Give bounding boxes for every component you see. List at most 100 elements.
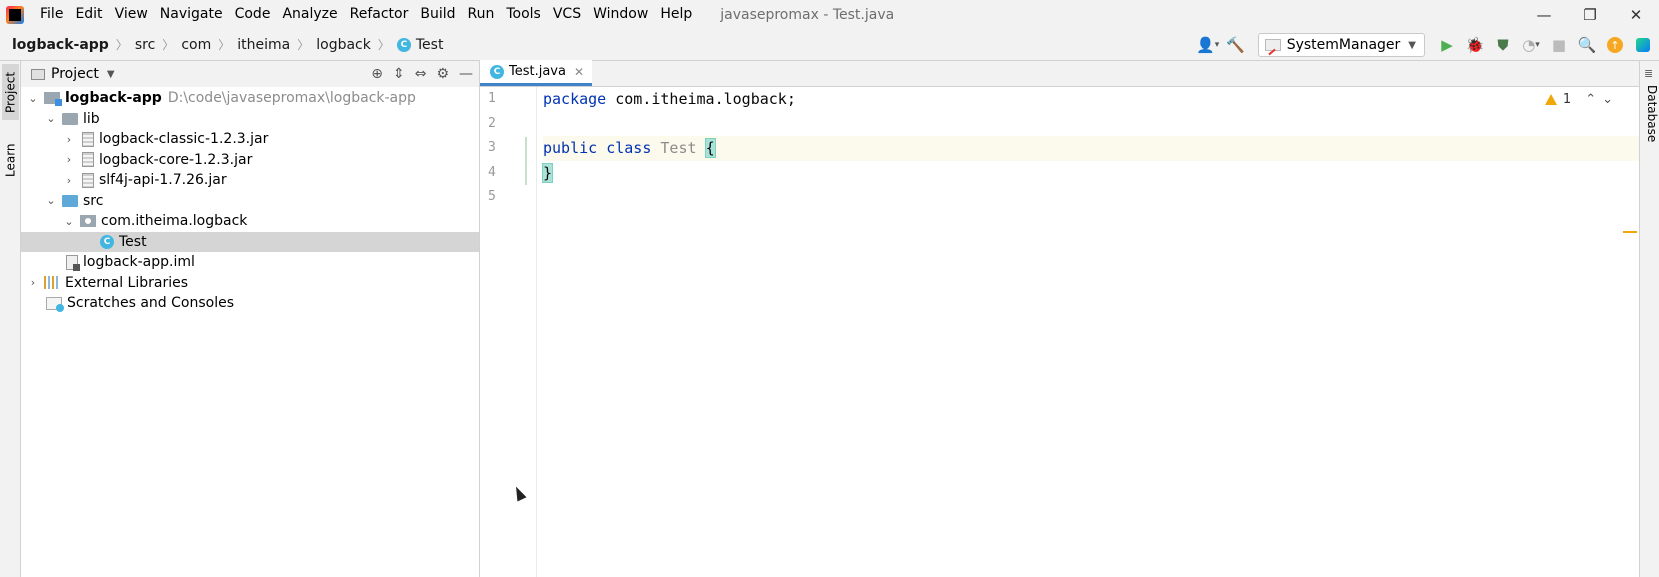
- run-icon[interactable]: ▶: [1435, 33, 1459, 57]
- tree-item-label: logback-app.iml: [83, 254, 195, 271]
- vcs-change-marker[interactable]: [525, 137, 527, 185]
- tree-item-external-libraries[interactable]: › External Libraries: [21, 273, 479, 294]
- breadcrumb: logback-app 〉 src 〉 com 〉 itheima 〉 logb…: [12, 36, 443, 53]
- code-editor: C Test.java ✕ 1 2 3 4 5 package com.ithe…: [480, 60, 1639, 577]
- breadcrumb-test[interactable]: Test: [416, 37, 444, 53]
- menu-analyze[interactable]: Analyze: [276, 0, 343, 29]
- close-tab-icon[interactable]: ✕: [574, 65, 584, 79]
- menu-code[interactable]: Code: [229, 0, 277, 29]
- project-tool-tab[interactable]: Project: [2, 64, 19, 120]
- run-configuration-selector[interactable]: SystemManager ▼: [1257, 33, 1425, 57]
- menu-refactor[interactable]: Refactor: [344, 0, 415, 29]
- locate-file-icon[interactable]: ⊕: [371, 66, 383, 82]
- code-keyword: class: [606, 139, 652, 157]
- code-text: com.itheima.logback;: [606, 90, 796, 108]
- chevron-right-icon[interactable]: ›: [61, 174, 77, 187]
- line-number: 4: [488, 164, 496, 180]
- code-with-me-icon[interactable]: [1631, 33, 1655, 57]
- menu-window[interactable]: Window: [587, 0, 654, 29]
- search-icon[interactable]: 🔍: [1575, 33, 1599, 57]
- editor-tab-label: Test.java: [509, 64, 566, 79]
- chevron-right-icon[interactable]: ›: [61, 153, 77, 166]
- profile-icon[interactable]: ◔ ▾: [1519, 33, 1543, 57]
- run-configuration-label: SystemManager: [1286, 37, 1401, 53]
- project-panel-title[interactable]: Project: [51, 66, 99, 82]
- class-icon: C: [396, 37, 411, 52]
- line-number: 5: [488, 189, 496, 204]
- breadcrumb-itheima[interactable]: itheima: [237, 37, 290, 53]
- ide-body: Project Learn Project ▼ ⊕ ⇕ ⇔ ⚙ — ⌄ logb…: [0, 60, 1659, 577]
- chevron-down-icon[interactable]: ⌄: [43, 112, 59, 125]
- tree-item-label: External Libraries: [65, 274, 188, 291]
- menu-help[interactable]: Help: [654, 0, 698, 29]
- update-icon[interactable]: ↑: [1603, 33, 1627, 57]
- tree-item-slf4j-api-jar[interactable]: › slf4j-api-1.7.26.jar: [21, 170, 479, 191]
- tree-item-src[interactable]: ⌄ src: [21, 191, 479, 212]
- editor-tab-bar: C Test.java ✕: [480, 60, 1639, 87]
- menu-navigate[interactable]: Navigate: [154, 0, 229, 29]
- right-tool-strip: ≣ Database: [1639, 61, 1659, 577]
- menu-view[interactable]: View: [109, 0, 154, 29]
- code-line-3: public class Test {: [543, 136, 1639, 161]
- tree-item-logback-classic-jar[interactable]: › logback-classic-1.2.3.jar: [21, 129, 479, 150]
- tree-item-package[interactable]: ⌄ com.itheima.logback: [21, 211, 479, 232]
- editor-tab-test-java[interactable]: C Test.java ✕: [480, 60, 593, 86]
- collapse-all-icon[interactable]: ⇔: [415, 66, 427, 82]
- menu-vcs[interactable]: VCS: [547, 0, 587, 29]
- tree-item-test-class[interactable]: C Test: [21, 231, 479, 252]
- learn-tool-tab[interactable]: Learn: [2, 135, 19, 185]
- chevron-down-icon[interactable]: ⌄: [1602, 92, 1613, 107]
- tree-item-scratches[interactable]: Scratches and Consoles: [21, 293, 479, 314]
- chevron-right-icon[interactable]: ›: [61, 133, 77, 146]
- chevron-down-icon[interactable]: ▼: [107, 69, 115, 80]
- tree-item-logback-app[interactable]: ⌄ logback-app D:\code\javasepromax\logba…: [21, 88, 479, 109]
- line-number: 3: [488, 140, 496, 155]
- breadcrumb-logback[interactable]: logback: [316, 37, 371, 53]
- chevron-down-icon[interactable]: ⌄: [43, 194, 59, 207]
- coverage-icon[interactable]: ⛊: [1491, 33, 1515, 57]
- chevron-up-icon[interactable]: ⌃: [1585, 92, 1596, 107]
- debug-icon[interactable]: 🐞: [1463, 33, 1487, 57]
- tree-item-label: lib: [83, 110, 100, 127]
- stop-icon[interactable]: ■: [1547, 33, 1571, 57]
- code-brace: {: [704, 138, 716, 158]
- tree-item-logback-core-jar[interactable]: › logback-core-1.2.3.jar: [21, 150, 479, 171]
- restore-button[interactable]: ❐: [1567, 0, 1613, 29]
- hide-panel-icon[interactable]: —: [459, 66, 473, 82]
- database-tool-tab-label: Database: [1645, 85, 1659, 143]
- application-config-icon: [1264, 39, 1281, 51]
- menu-run[interactable]: Run: [462, 0, 501, 29]
- main-menu: File Edit View Navigate Code Analyze Ref…: [34, 0, 698, 29]
- database-tool-tab[interactable]: Database: [1642, 85, 1659, 142]
- module-path-hint: D:\code\javasepromax\logback-app: [167, 90, 416, 107]
- close-window-button[interactable]: ✕: [1613, 0, 1659, 29]
- package-icon: [80, 215, 96, 228]
- chevron-down-icon[interactable]: ⌄: [61, 215, 77, 228]
- menu-tools[interactable]: Tools: [500, 0, 547, 29]
- breadcrumb-project[interactable]: logback-app: [12, 37, 109, 53]
- chevron-down-icon[interactable]: ⌄: [25, 92, 41, 105]
- tree-item-label: com.itheima.logback: [101, 213, 248, 230]
- learn-tool-tab-label: Learn: [3, 143, 18, 177]
- intellij-logo-icon: [6, 5, 24, 24]
- menu-build[interactable]: Build: [414, 0, 461, 29]
- user-icon[interactable]: 👤 ▾: [1196, 33, 1220, 57]
- expand-all-icon[interactable]: ⇕: [393, 66, 405, 82]
- inspection-widget[interactable]: 1 ⌃ ⌄: [1544, 92, 1613, 107]
- code-line-1: package com.itheima.logback;: [543, 87, 1639, 112]
- chevron-right-icon[interactable]: ›: [25, 276, 41, 289]
- build-hammer-icon[interactable]: 🔨: [1224, 33, 1248, 57]
- tree-item-lib[interactable]: ⌄ lib: [21, 109, 479, 130]
- minimize-button[interactable]: —: [1521, 0, 1567, 29]
- breadcrumb-com[interactable]: com: [181, 37, 211, 53]
- line-number-gutter[interactable]: 1 2 3 4 5: [480, 87, 537, 577]
- class-icon: C: [490, 64, 504, 79]
- tree-item-iml[interactable]: logback-app.iml: [21, 252, 479, 273]
- title-bar: File Edit View Navigate Code Analyze Ref…: [0, 0, 1659, 29]
- warning-stripe-marker[interactable]: [1623, 231, 1637, 233]
- menu-file[interactable]: File: [34, 0, 69, 29]
- code-area[interactable]: package com.itheima.logback; public clas…: [541, 87, 1639, 210]
- gear-icon[interactable]: ⚙: [436, 66, 449, 82]
- menu-edit[interactable]: Edit: [69, 0, 108, 29]
- breadcrumb-src[interactable]: src: [135, 37, 155, 53]
